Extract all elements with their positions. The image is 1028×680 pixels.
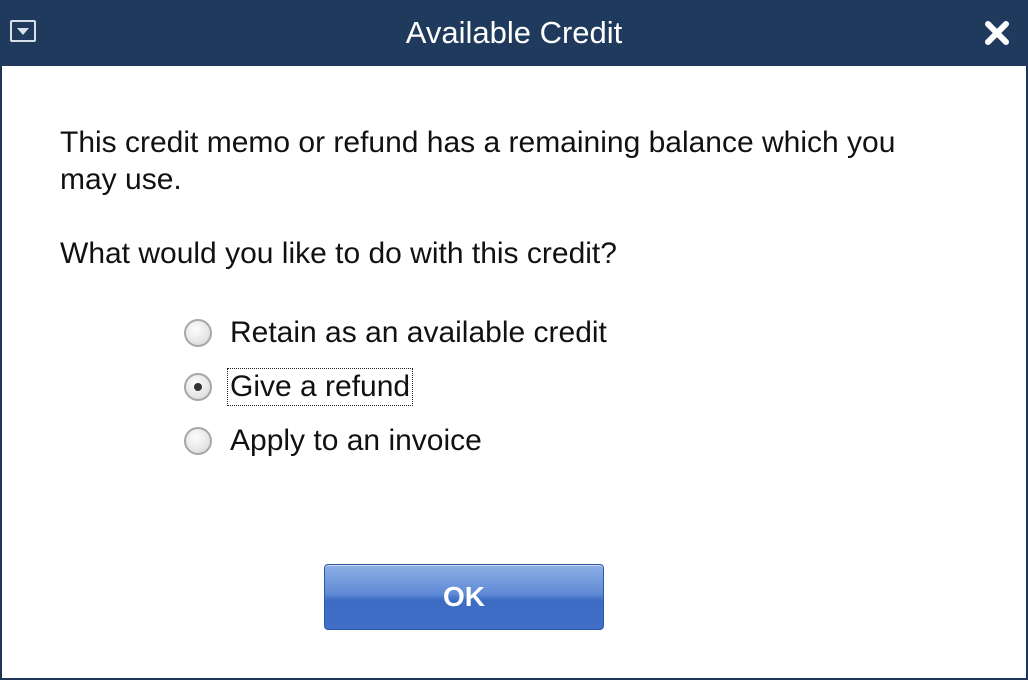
option-apply-invoice[interactable]: Apply to an invoice — [184, 414, 609, 468]
option-label: Apply to an invoice — [230, 424, 482, 457]
window-title: Available Credit — [405, 15, 623, 50]
ok-button[interactable]: OK — [324, 564, 604, 630]
credit-message: This credit memo or refund has a remaini… — [60, 126, 896, 196]
option-retain-credit[interactable]: Retain as an available credit — [184, 306, 609, 360]
available-credit-dialog: Available Credit This credit memo or ref… — [0, 0, 1028, 680]
credit-options-group: Retain as an available credit Give a ref… — [184, 306, 609, 468]
title-bar: Available Credit — [0, 0, 1028, 66]
credit-question: What would you like to do with this cred… — [60, 237, 617, 270]
radio-apply-invoice[interactable] — [184, 427, 212, 455]
radio-retain-credit[interactable] — [184, 319, 212, 347]
radio-give-refund[interactable] — [184, 373, 212, 401]
option-give-refund[interactable]: Give a refund — [184, 360, 609, 414]
option-label: Give a refund — [226, 368, 414, 406]
option-label: Retain as an available credit — [230, 316, 607, 349]
close-icon[interactable] — [982, 18, 1012, 48]
